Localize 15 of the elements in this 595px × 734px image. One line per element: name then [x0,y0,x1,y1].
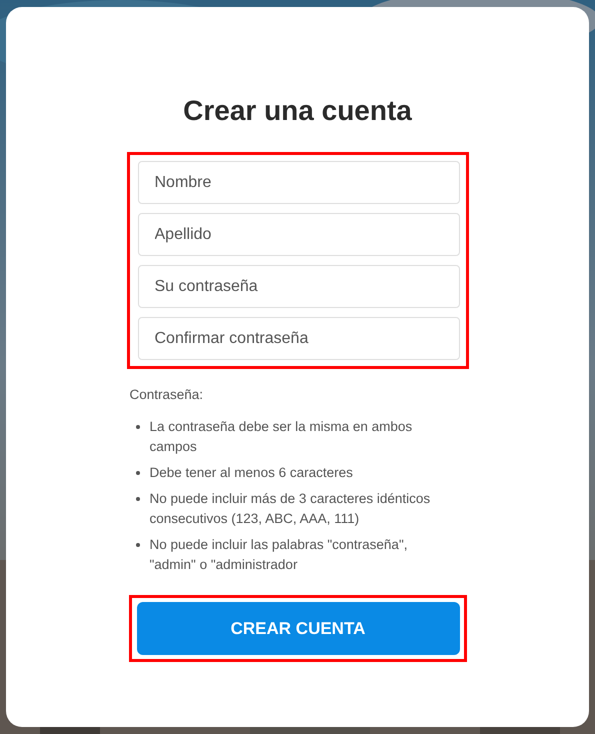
input-field[interactable]: Confirmar contraseña [138,317,460,360]
rule-text: No puede incluir más de 3 caracteres idénticos consecutivos (123, ABC, AAA, 111) [150,490,432,528]
input-field[interactable]: Su contraseña [138,265,460,308]
rule-text: No puede incluir las palabras "contraseña", "admin" o "administrador [150,536,408,574]
page-title: Crear una cuenta [183,94,412,128]
rules-heading: Contraseña: [130,386,204,404]
bullet-icon [136,471,140,476]
input-field[interactable]: Nombre [138,161,460,204]
bullet-icon [136,543,140,548]
rule-text: La contraseña debe ser la misma en ambos campos [150,418,414,456]
bullet-icon [136,497,140,502]
create-account-button[interactable]: CREAR CUENTA [136,602,460,656]
bullet-icon [136,425,140,430]
rule-text: Debe tener al menos 6 caracteres [150,464,353,482]
input-field[interactable]: Apellido [138,213,460,256]
